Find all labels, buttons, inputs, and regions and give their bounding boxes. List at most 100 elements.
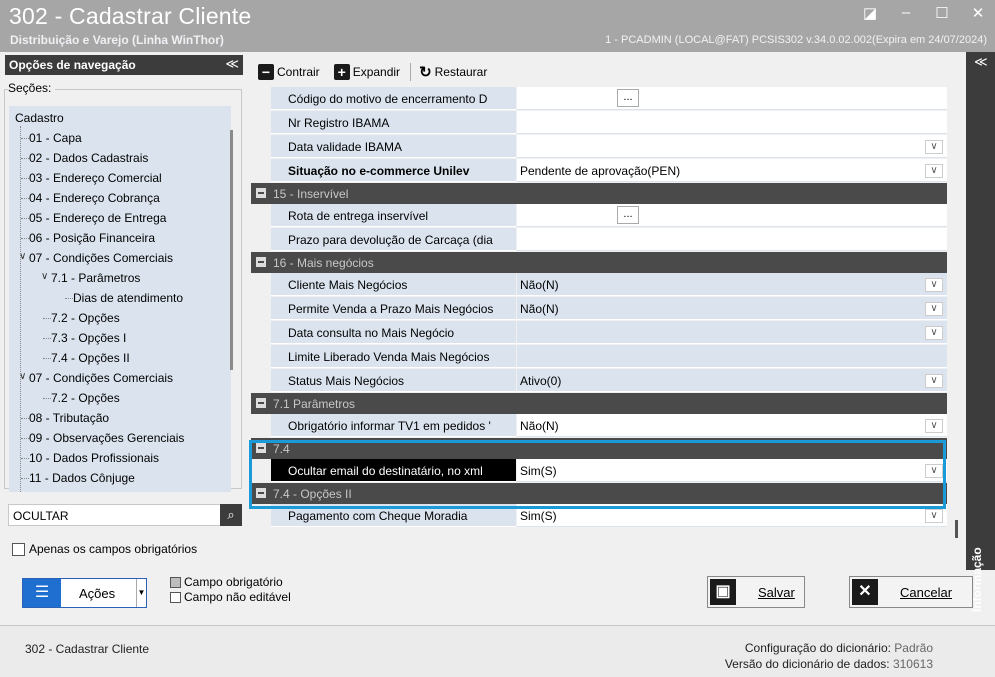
property-value-field[interactable]: ...	[517, 87, 947, 110]
collapse-label: Contrair	[277, 65, 320, 79]
tree-item[interactable]: 02 - Dados Cadastrais	[29, 148, 148, 168]
property-value-field[interactable]	[517, 345, 947, 368]
required-only-checkbox[interactable]	[12, 542, 25, 556]
tree-item[interactable]: 04 - Endereço Cobrança	[29, 188, 160, 208]
restore-label: Restaurar	[434, 65, 488, 79]
title-bar: 302 - Cadastrar Cliente Distribuição e V…	[0, 0, 995, 52]
tree-item[interactable]: 7.2 - Opções	[51, 308, 120, 328]
tree-connector	[21, 418, 29, 419]
tree-item[interactable]: 06 - Posição Financeira	[29, 228, 155, 248]
tree-item[interactable]: 10 - Dados Profissionais	[29, 448, 159, 468]
minimize-icon[interactable]: –	[899, 4, 913, 22]
property-label: Data validade IBAMA	[271, 135, 516, 158]
group-header[interactable]: 7.1 Parâmetros	[251, 393, 947, 414]
tree-item[interactable]: 07 - Condições Comerciais	[29, 368, 173, 388]
group-title: 7.1 Parâmetros	[273, 397, 356, 411]
property-value-field[interactable]: ∨	[517, 135, 947, 158]
legend-readonly: Campo não editável	[184, 590, 291, 604]
tree-item[interactable]: 03 - Endereço Comercial	[29, 168, 162, 188]
property-row[interactable]: Cliente Mais Negócios Não(N) ∨	[251, 273, 947, 296]
property-row[interactable]: Rota de entrega inservível...	[251, 204, 947, 227]
dict-config: Configuração do dicionário: Padrão	[745, 641, 933, 655]
tree-item[interactable]: Cadastro	[15, 108, 64, 128]
property-value-field[interactable]: Não(N) ∨	[517, 297, 947, 320]
lookup-ellipsis-button[interactable]: ...	[617, 206, 639, 224]
actions-button[interactable]: ☰ Ações ▼	[22, 578, 147, 608]
restore-window-icon[interactable]: ◪	[863, 4, 877, 22]
tree-item[interactable]: 08 - Tributação	[29, 408, 109, 428]
group-header[interactable]: 16 - Mais negócios	[251, 252, 947, 273]
property-row[interactable]: Limite Liberado Venda Mais Negócios	[251, 345, 947, 368]
property-value-field[interactable]	[517, 228, 947, 251]
tree-item[interactable]: 05 - Endereço de Entrega	[29, 208, 166, 228]
property-row[interactable]: Data validade IBAMA ∨	[251, 135, 947, 158]
property-value-field[interactable]: Não(N) ∨	[517, 273, 947, 296]
property-label: Status Mais Negócios	[271, 369, 516, 392]
maximize-icon[interactable]: ☐	[935, 4, 949, 22]
info-side-panel[interactable]: ≪ Informação	[966, 52, 995, 612]
required-only-toggle[interactable]: Apenas os campos obrigatórios	[12, 542, 197, 556]
restore-button[interactable]: ↻ Restaurar	[419, 63, 487, 81]
dict-version: Versão do dicionário de dados: 310613	[725, 657, 933, 671]
property-value-field[interactable]: Ativo(0) ∨	[517, 369, 947, 392]
property-row[interactable]: Permite Venda a Prazo Mais Negócios Não(N…	[251, 297, 947, 320]
search-icon[interactable]: ⌕	[220, 504, 242, 526]
property-row[interactable]: Obrigatório informar TV1 em pedidos ' Não…	[251, 414, 947, 437]
tree-expander-icon[interactable]: ∨	[41, 271, 48, 282]
group-title: 16 - Mais negócios	[273, 256, 374, 270]
chevron-down-icon[interactable]: ∨	[925, 278, 943, 292]
property-row[interactable]: Prazo para devolução de Carcaça (dia	[251, 228, 947, 251]
property-value-field[interactable]	[517, 111, 947, 134]
chevron-down-icon[interactable]: ∨	[925, 509, 943, 523]
floppy-disk-icon: ▣	[710, 579, 736, 605]
tree-connector	[43, 358, 51, 359]
grid-scrollbar[interactable]	[955, 520, 958, 538]
tree-item[interactable]: 7.1 - Parâmetros	[51, 268, 140, 288]
lookup-ellipsis-button[interactable]: ...	[617, 89, 639, 107]
tree-item[interactable]: Dias de atendimento	[73, 288, 183, 308]
collapse-group-icon[interactable]	[256, 257, 266, 267]
chevron-down-icon[interactable]: ∨	[925, 374, 943, 388]
property-row[interactable]: Nr Registro IBAMA	[251, 111, 947, 134]
tree-item[interactable]: 7.2 - Opções	[51, 388, 120, 408]
tree-item[interactable]: 7.4 - Opções II	[51, 348, 130, 368]
collapse-nav-icon[interactable]: ≪	[225, 56, 239, 72]
tree-item[interactable]: 7.3 - Opções I	[51, 328, 126, 348]
chevron-down-icon[interactable]: ∨	[925, 164, 943, 178]
property-row[interactable]: Situação no e-commerce Unilev Pendente de…	[251, 159, 947, 182]
property-value-field[interactable]: Não(N) ∨	[517, 414, 947, 437]
save-label: Salvar	[758, 584, 795, 600]
collapse-group-icon[interactable]	[256, 188, 266, 198]
expand-info-icon[interactable]: ≪	[974, 54, 988, 70]
chevron-down-icon[interactable]: ∨	[925, 419, 943, 433]
property-row[interactable]: Data consulta no Mais Negócio ∨	[251, 321, 947, 344]
collapse-button[interactable]: − Contrair	[258, 64, 320, 80]
group-header[interactable]: 15 - Inservível	[251, 183, 947, 204]
row-gutter	[251, 321, 271, 344]
property-row[interactable]: Código do motivo de encerramento D...	[251, 87, 947, 110]
property-value: Pendente de aprovação(PEN)	[520, 164, 681, 178]
window-controls: ◪ – ☐ ✕	[863, 4, 985, 22]
collapse-group-icon[interactable]	[256, 398, 266, 408]
row-gutter	[251, 345, 271, 368]
property-value-field[interactable]: ∨	[517, 321, 947, 344]
chevron-down-icon[interactable]: ∨	[925, 302, 943, 316]
tree-scrollbar[interactable]	[230, 130, 233, 370]
actions-dropdown-icon[interactable]: ▼	[136, 579, 146, 607]
cancel-button[interactable]: ✕ Cancelar	[849, 576, 973, 608]
save-button[interactable]: ▣ Salvar	[707, 576, 805, 608]
chevron-down-icon[interactable]: ∨	[925, 326, 943, 340]
tree-item[interactable]: 11 - Dados Cônjuge	[29, 468, 135, 488]
property-value-field[interactable]: ...	[517, 204, 947, 227]
field-search-input[interactable]: OCULTAR ⌕	[8, 504, 242, 526]
tree-item[interactable]: 07 - Condições Comerciais	[29, 248, 173, 268]
expand-button[interactable]: + Expandir	[333, 64, 400, 80]
property-row[interactable]: Status Mais Negócios Ativo(0) ∨	[251, 369, 947, 392]
close-icon[interactable]: ✕	[971, 4, 985, 22]
tree-connector	[43, 398, 51, 399]
tree-item[interactable]: 09 - Observações Gerenciais	[29, 428, 184, 448]
property-value-field[interactable]: Pendente de aprovação(PEN) ∨	[517, 159, 947, 182]
tree-item[interactable]: 01 - Capa	[29, 128, 82, 148]
property-label: Prazo para devolução de Carcaça (dia	[271, 228, 516, 251]
chevron-down-icon[interactable]: ∨	[925, 140, 943, 154]
